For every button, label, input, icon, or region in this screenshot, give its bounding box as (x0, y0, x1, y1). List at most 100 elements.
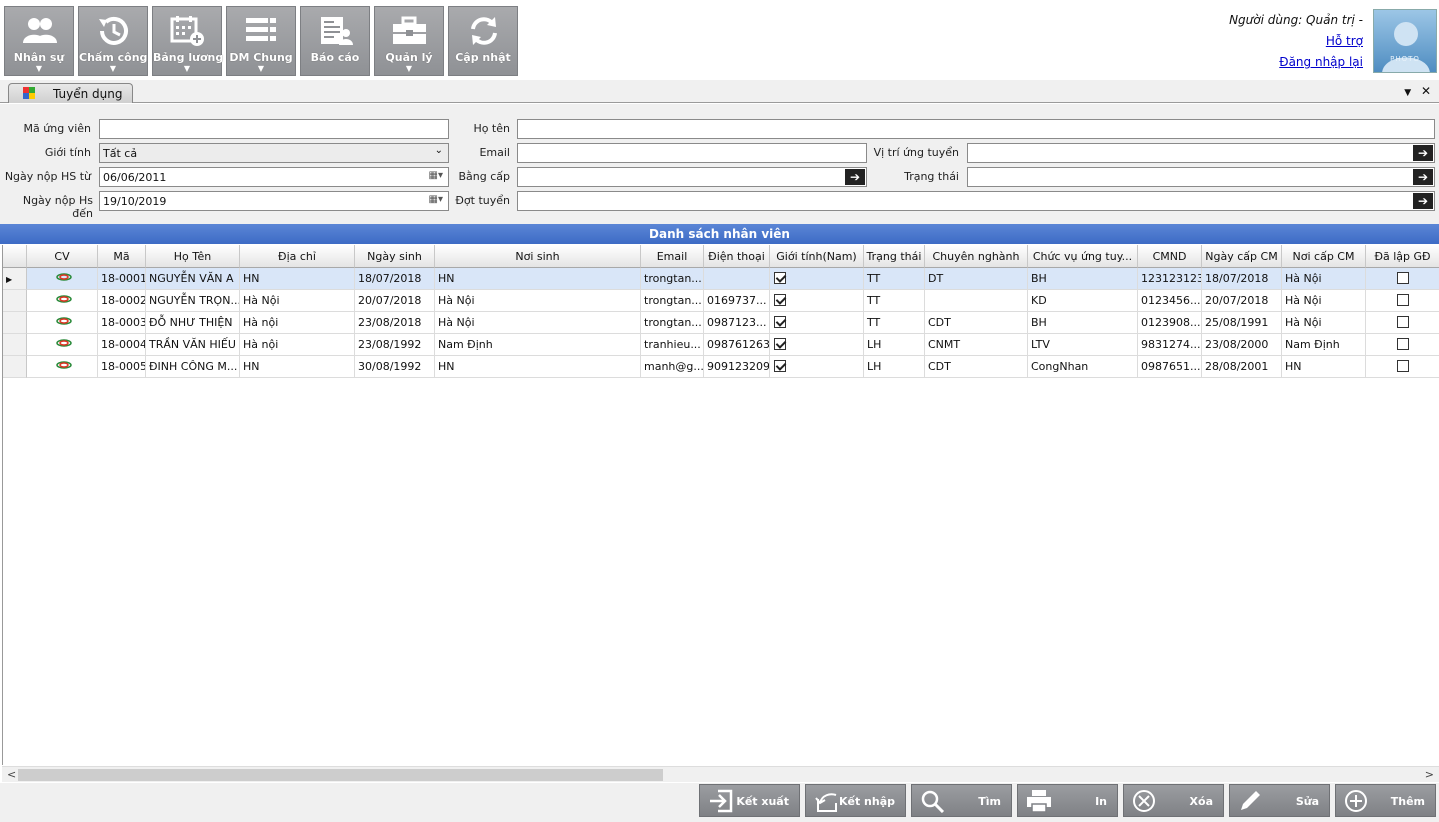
vi-tri-input[interactable] (967, 143, 1435, 163)
cell-chuyen-nganh[interactable]: CDT (925, 356, 1028, 378)
cell-cmnd[interactable]: 0987651... (1138, 356, 1202, 378)
cell-noi-cap[interactable]: Hà Nội (1282, 290, 1366, 312)
column-header[interactable]: Chuyên nghành (925, 245, 1028, 268)
cell-ma[interactable]: 18-0003 (98, 312, 146, 334)
cell-noi-cap[interactable]: HN (1282, 356, 1366, 378)
gender-male-checkbox[interactable] (770, 290, 864, 312)
cell-noi-cap[interactable]: Hà Nội (1282, 312, 1366, 334)
cell-noi-sinh[interactable]: HN (435, 268, 641, 290)
help-link[interactable]: Hỗ trợ (1229, 31, 1363, 52)
cell-dia-chi[interactable]: Hà nội (240, 334, 355, 356)
cell-email[interactable]: tranhieu... (641, 334, 704, 356)
cell-ngay-cap[interactable]: 28/08/2001 (1202, 356, 1282, 378)
row-indicator[interactable] (3, 334, 27, 356)
horizontal-scrollbar[interactable]: < > (2, 766, 1439, 782)
cv-cell[interactable] (27, 268, 98, 290)
cell-dia-chi[interactable]: Hà Nội (240, 290, 355, 312)
column-header[interactable]: Nơi cấp CM (1282, 245, 1366, 268)
toolbar-bao-cao-button[interactable]: Báo cáo (300, 6, 370, 76)
cell-dien-thoai[interactable]: 0987123... (704, 312, 770, 334)
ngay-tu-date[interactable]: 06/06/2011 ▦▾ (99, 167, 449, 187)
cell-noi-sinh[interactable]: Hà Nội (435, 290, 641, 312)
cell-ngay-sinh[interactable]: 18/07/2018 (355, 268, 435, 290)
cell-noi-sinh[interactable]: HN (435, 356, 641, 378)
column-header[interactable]: Email (641, 245, 704, 268)
cell-noi-cap[interactable]: Hà Nội (1282, 268, 1366, 290)
cell-dien-thoai[interactable]: 098761263 (704, 334, 770, 356)
column-header[interactable]: Ngày sinh (355, 245, 435, 268)
arrow-right-icon[interactable]: ➔ (1413, 169, 1433, 185)
export-button[interactable]: Kết xuất (699, 784, 800, 817)
cell-ho-ten[interactable]: NGUYỄN VĂN A (146, 268, 240, 290)
tab-menu-icon[interactable]: ▼ (1404, 88, 1411, 98)
cv-cell[interactable] (27, 312, 98, 334)
gender-male-checkbox[interactable] (770, 334, 864, 356)
cell-dien-thoai[interactable] (704, 268, 770, 290)
gender-male-checkbox[interactable] (770, 356, 864, 378)
toolbar-cham-cong-button[interactable]: Chấm công ▼ (78, 6, 148, 76)
da-lap-gd-checkbox[interactable] (1366, 290, 1439, 312)
cell-ma[interactable]: 18-0004 (98, 334, 146, 356)
da-lap-gd-checkbox[interactable] (1366, 356, 1439, 378)
toolbar-cap-nhat-button[interactable]: Cập nhật (448, 6, 518, 76)
column-header[interactable]: Ngày cấp CM (1202, 245, 1282, 268)
cell-ngay-cap[interactable]: 20/07/2018 (1202, 290, 1282, 312)
tab-tuyen-dung[interactable]: Tuyển dụng (8, 83, 133, 103)
arrow-right-icon[interactable]: ➔ (1413, 193, 1433, 209)
cell-email[interactable]: trongtan... (641, 268, 704, 290)
ngay-den-date[interactable]: 19/10/2019 ▦▾ (99, 191, 449, 211)
toolbar-quan-ly-button[interactable]: Quản lý ▼ (374, 6, 444, 76)
cell-ma[interactable]: 18-0005 (98, 356, 146, 378)
print-button[interactable]: In (1017, 784, 1118, 817)
relogin-link[interactable]: Đăng nhập lại (1229, 52, 1363, 73)
column-header[interactable]: Điện thoại (704, 245, 770, 268)
cell-chuc-vu[interactable]: CongNhan (1028, 356, 1138, 378)
da-lap-gd-checkbox[interactable] (1366, 312, 1439, 334)
scroll-right-icon[interactable]: > (1425, 768, 1434, 781)
cell-ngay-sinh[interactable]: 23/08/1992 (355, 334, 435, 356)
add-button[interactable]: Thêm (1335, 784, 1436, 817)
cell-dia-chi[interactable]: Hà nội (240, 312, 355, 334)
dot-tuyen-input[interactable] (517, 191, 1435, 211)
toolbar-bang-luong-button[interactable]: Bảng lương ▼ (152, 6, 223, 76)
cell-cmnd[interactable]: 9831274... (1138, 334, 1202, 356)
cell-trang-thai[interactable]: TT (864, 268, 925, 290)
da-lap-gd-checkbox[interactable] (1366, 268, 1439, 290)
checkbox-icon[interactable] (774, 338, 786, 350)
cell-ngay-sinh[interactable]: 20/07/2018 (355, 290, 435, 312)
cell-email[interactable]: trongtan... (641, 312, 704, 334)
cell-dia-chi[interactable]: HN (240, 268, 355, 290)
column-header[interactable]: Họ Tên (146, 245, 240, 268)
cell-ho-ten[interactable]: TRẦN VĂN HIẾU (146, 334, 240, 356)
toolbar-nhan-su-button[interactable]: Nhân sự ▼ (4, 6, 74, 76)
cell-ma[interactable]: 18-0002 (98, 290, 146, 312)
checkbox-icon[interactable] (1396, 316, 1409, 328)
close-icon[interactable]: ✕ (1421, 84, 1431, 98)
cell-dia-chi[interactable]: HN (240, 356, 355, 378)
scrollbar-thumb[interactable] (18, 769, 663, 781)
cell-ma[interactable]: 18-0001 (98, 268, 146, 290)
arrow-right-icon[interactable]: ➔ (1413, 145, 1433, 161)
toolbar-dm-chung-button[interactable]: DM Chung ▼ (226, 6, 296, 76)
cell-cmnd[interactable]: 0123456... (1138, 290, 1202, 312)
checkbox-icon[interactable] (774, 360, 786, 372)
cell-chuc-vu[interactable]: LTV (1028, 334, 1138, 356)
cell-ngay-cap[interactable]: 25/08/1991 (1202, 312, 1282, 334)
cell-ngay-sinh[interactable]: 30/08/1992 (355, 356, 435, 378)
gioi-tinh-select[interactable]: Tất cả ⌄ (99, 143, 449, 163)
column-header[interactable]: Trạng thái (864, 245, 925, 268)
da-lap-gd-checkbox[interactable] (1366, 334, 1439, 356)
cell-noi-sinh[interactable]: Nam Định (435, 334, 641, 356)
cell-ho-ten[interactable]: ĐINH CÔNG M... (146, 356, 240, 378)
bang-cap-input[interactable] (517, 167, 867, 187)
avatar[interactable]: PHOTO (1373, 9, 1437, 73)
column-header[interactable]: Giới tính(Nam) (770, 245, 864, 268)
column-header[interactable]: Địa chỉ (240, 245, 355, 268)
cell-noi-cap[interactable]: Nam Định (1282, 334, 1366, 356)
ma-ung-vien-input[interactable] (99, 119, 449, 139)
cell-chuyen-nganh[interactable]: CNMT (925, 334, 1028, 356)
gender-male-checkbox[interactable] (770, 312, 864, 334)
checkbox-icon[interactable] (774, 294, 786, 306)
cv-cell[interactable] (27, 356, 98, 378)
checkbox-icon[interactable] (774, 316, 786, 328)
